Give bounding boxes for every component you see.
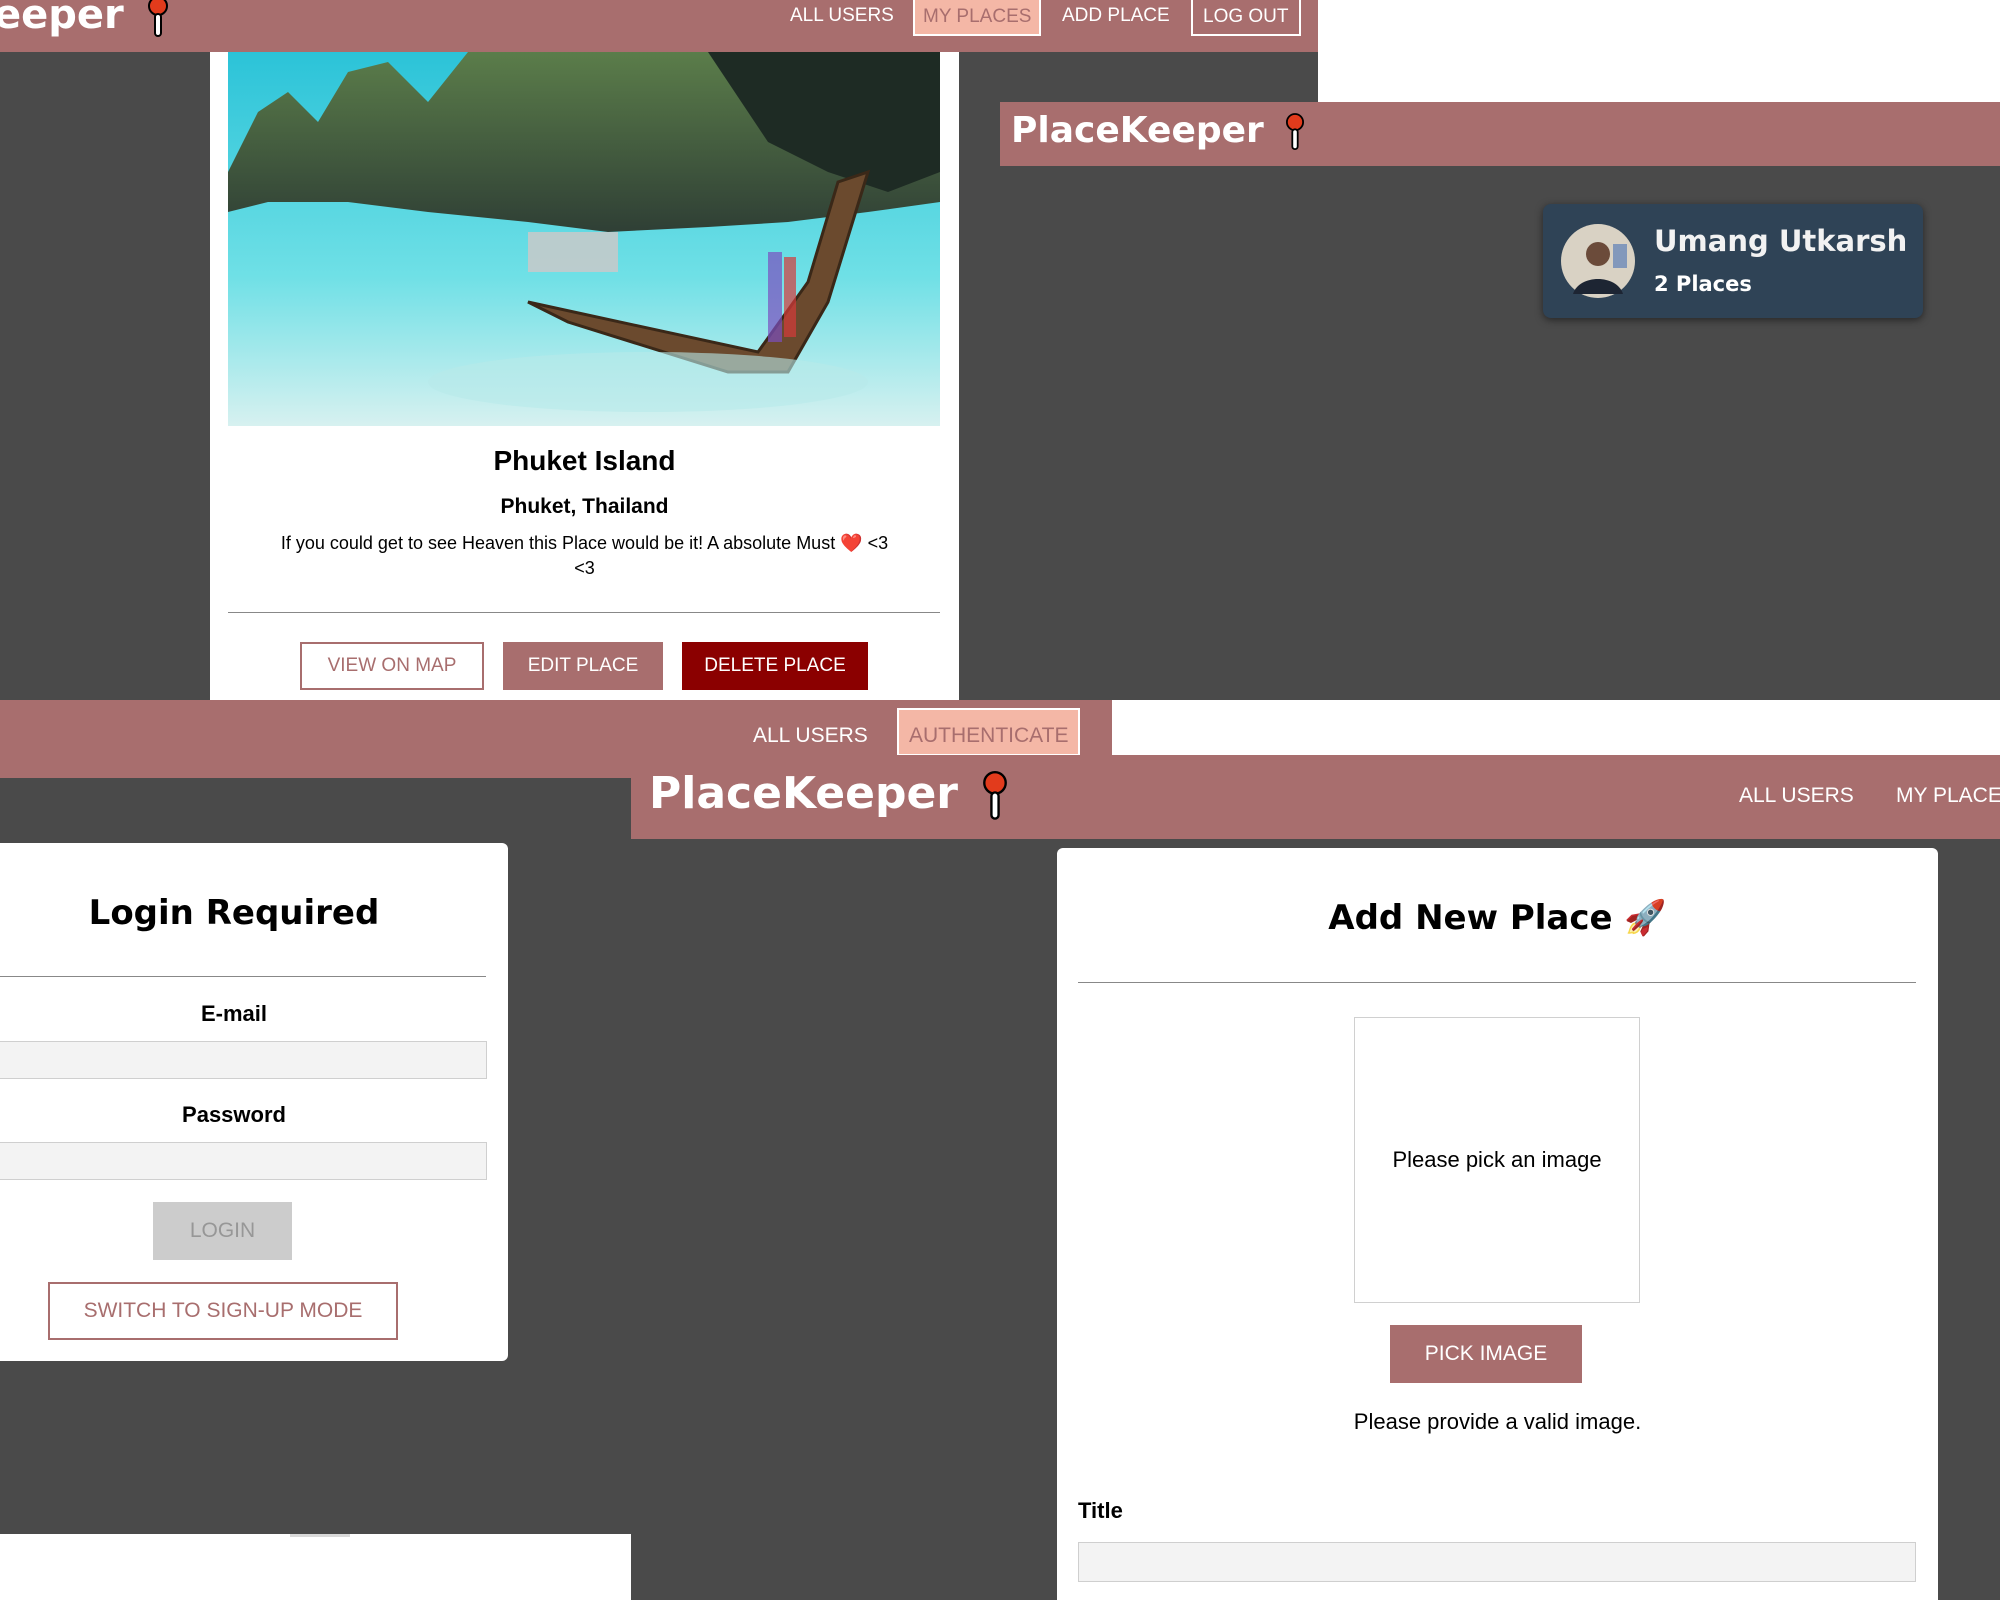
main-nav: ALL USERS MY PLACES ADD PLACE LOG OUT xyxy=(0,0,1318,52)
delete-place-button[interactable]: DELETE PLACE xyxy=(682,642,868,690)
nav-all-users[interactable]: ALL USERS xyxy=(753,724,868,748)
user-place-count: 2 Places xyxy=(1654,272,1752,296)
nav-add-place[interactable]: ADD PLACE xyxy=(1062,5,1170,27)
user-name: Umang Utkarsh xyxy=(1654,224,1908,258)
background-area xyxy=(0,1534,631,1600)
pick-image-button[interactable]: PICK IMAGE xyxy=(1390,1325,1582,1383)
brand-logo[interactable]: PlaceKeeper xyxy=(1011,110,1305,152)
main-nav: ALL USERS MY PLACE xyxy=(631,755,2000,839)
login-title: Login Required xyxy=(88,893,380,933)
divider xyxy=(228,612,940,613)
new-place-title: Add New Place 🚀 xyxy=(1328,898,1667,938)
password-field[interactable] xyxy=(0,1142,487,1180)
new-place-panel: PlaceKeeper ALL USERS MY PLACE Add New P… xyxy=(631,755,2000,1600)
image-preview: Please pick an image xyxy=(1354,1017,1640,1303)
login-card: Login Required E-mail Password LOGIN SWI… xyxy=(0,843,508,1361)
nav-my-places[interactable]: MY PLACE xyxy=(1896,784,2000,808)
users-panel: PlaceKeeper Umang Utkarsh 2 Places xyxy=(1000,102,2000,700)
image-placeholder-text: Please pick an image xyxy=(1392,1147,1602,1172)
place-address: Phuket, Thailand xyxy=(500,495,669,518)
nav-all-users[interactable]: ALL USERS xyxy=(1739,784,1854,808)
switch-signup-button[interactable]: SWITCH TO SIGN-UP MODE xyxy=(48,1282,398,1340)
map-pin-icon xyxy=(1286,113,1305,150)
nav-my-places[interactable]: MY PLACES xyxy=(913,0,1042,36)
password-label: Password xyxy=(182,1102,286,1127)
place-description-line1: If you could get to see Heaven this Plac… xyxy=(280,533,889,553)
place-description-line2: <3 xyxy=(574,558,595,578)
divider xyxy=(1078,982,1916,983)
scrollbar[interactable] xyxy=(290,1534,350,1537)
brand-name: PlaceKeeper xyxy=(1011,110,1264,151)
nav-authenticate[interactable]: AUTHENTICATE xyxy=(897,708,1081,756)
header: PlaceKeeper ALL USERS MY PLACE xyxy=(631,755,2000,839)
nav-logout[interactable]: LOG OUT xyxy=(1191,0,1301,36)
place-image xyxy=(228,52,940,426)
new-place-card: Add New Place 🚀 Please pick an image PIC… xyxy=(1057,848,1938,1600)
email-field[interactable] xyxy=(0,1041,487,1079)
header: PlaceKeeper xyxy=(1000,102,2000,166)
view-on-map-button[interactable]: VIEW ON MAP xyxy=(300,642,484,690)
title-label: Title xyxy=(1078,1498,1123,1523)
place-card: Phuket Island Phuket, Thailand If you co… xyxy=(210,52,959,700)
header: eeper ALL USERS MY PLACES ADD PLACE LOG … xyxy=(0,0,1318,52)
login-button[interactable]: LOGIN xyxy=(153,1202,292,1260)
place-title: Phuket Island xyxy=(493,445,676,476)
user-card[interactable]: Umang Utkarsh 2 Places xyxy=(1543,204,1923,318)
divider xyxy=(0,976,486,977)
title-input[interactable] xyxy=(1078,1542,1916,1582)
edit-place-button[interactable]: EDIT PLACE xyxy=(503,642,663,690)
image-error-text: Please provide a valid image. xyxy=(1353,1409,1642,1434)
nav-all-users[interactable]: ALL USERS xyxy=(790,5,894,27)
email-label: E-mail xyxy=(200,1001,268,1026)
avatar xyxy=(1561,224,1635,298)
